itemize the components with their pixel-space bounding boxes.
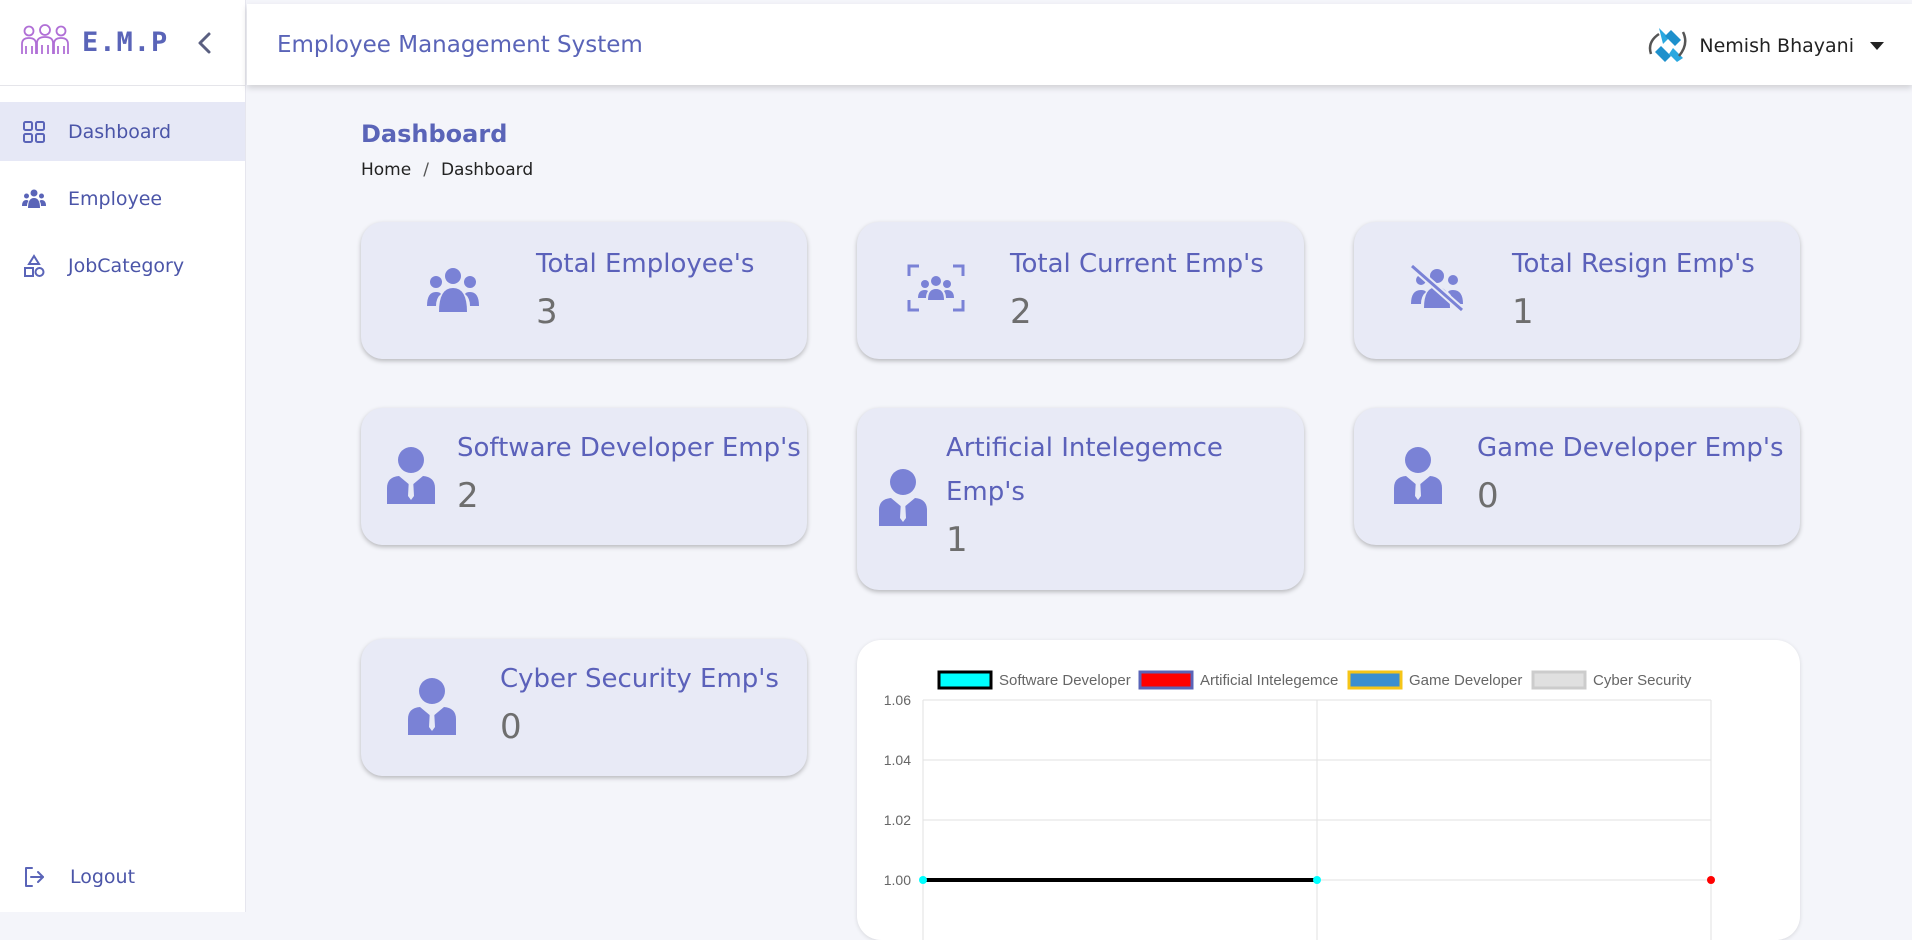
sidebar-item-label: Dashboard [68, 120, 172, 143]
app-title: Employee Management System [277, 31, 643, 58]
user-tie-icon [408, 678, 456, 735]
employee-chart-card: Software Developer Artificial Intelegemce… [857, 640, 1800, 940]
logout-label: Logout [70, 866, 136, 888]
card-title: Software Developer Emp's [457, 433, 801, 463]
sidebar: E.M.P Dashboard Employee JobCategory Log… [0, 0, 246, 912]
card-value: 2 [1010, 292, 1032, 332]
legend-swatch [1347, 670, 1403, 690]
card-total-current[interactable]: Total Current Emp's 2 [857, 222, 1304, 359]
sidebar-item-label: Employee [68, 187, 163, 210]
legend-swatch [1531, 670, 1587, 690]
legend-label: Artificial Intelegemce [1200, 672, 1338, 689]
user-tie-icon [1394, 447, 1442, 504]
users-icon [22, 189, 46, 208]
user-menu[interactable]: Nemish Bhayani [1645, 24, 1884, 68]
card-value: 3 [536, 292, 558, 332]
card-title: Total Current Emp's [1010, 249, 1264, 279]
collapse-sidebar-button[interactable] [190, 28, 220, 58]
avatar [1645, 24, 1689, 68]
card-value: 0 [1477, 476, 1499, 516]
sidebar-item-label: JobCategory [68, 254, 185, 277]
legend-label: Cyber Security [1593, 672, 1692, 689]
card-title: Game Developer Emp's [1477, 433, 1784, 463]
user-tie-icon [387, 447, 435, 504]
team-logo-icon [20, 23, 70, 62]
card-cyber-security[interactable]: Cyber Security Emp's 0 [361, 639, 807, 776]
card-value: 1 [946, 520, 968, 560]
employee-line-chart: Software Developer Artificial Intelegemce… [884, 670, 1715, 940]
sidebar-item-employee[interactable]: Employee [0, 169, 245, 228]
card-title: Cyber Security Emp's [500, 664, 779, 694]
data-point [919, 876, 927, 884]
card-value: 2 [457, 476, 479, 516]
breadcrumb-current: Dashboard [440, 160, 534, 180]
chevron-left-icon [198, 32, 211, 54]
card-artificial-intelligence[interactable]: Artificial Intelegemce Emp's 1 [857, 408, 1304, 590]
legend-swatch [937, 670, 993, 690]
y-tick-label: 1.04 [884, 752, 911, 768]
data-point [1313, 876, 1321, 884]
brand: E.M.P [0, 0, 245, 86]
breadcrumb-separator: / [423, 160, 429, 180]
sidebar-nav: Dashboard Employee JobCategory [0, 102, 245, 295]
brand-name: E.M.P [82, 27, 169, 58]
breadcrumb-home-link[interactable]: Home [361, 160, 411, 180]
y-tick-label: 1.02 [884, 812, 911, 828]
logout-icon [25, 867, 44, 887]
user-name: Nemish Bhayani [1699, 35, 1854, 57]
card-value: 1 [1512, 292, 1534, 332]
sidebar-item-jobcategory[interactable]: JobCategory [0, 236, 245, 295]
card-title: Total Employee's [536, 249, 755, 279]
shapes-icon [24, 253, 45, 277]
page-title: Dashboard [361, 120, 508, 148]
sidebar-item-dashboard[interactable]: Dashboard [0, 102, 245, 161]
legend-label: Software Developer [999, 672, 1131, 689]
top-header: Employee Management System Nemish Bhayan… [247, 4, 1912, 85]
card-total-employees[interactable]: Total Employee's 3 [361, 222, 807, 359]
users-slash-icon [1409, 263, 1465, 312]
legend-label: Game Developer [1409, 672, 1522, 689]
card-game-developer[interactable]: Game Developer Emp's 0 [1354, 408, 1800, 545]
data-point [1707, 876, 1715, 884]
logout-button[interactable]: Logout [0, 852, 245, 902]
caret-down-icon [1870, 42, 1884, 50]
y-tick-label: 1.00 [884, 872, 911, 888]
users-group-icon [427, 268, 479, 312]
card-software-developer[interactable]: Software Developer Emp's 2 [361, 408, 807, 545]
users-focus-icon [907, 264, 965, 312]
card-title: Total Resign Emp's [1512, 249, 1755, 279]
card-value: 0 [500, 707, 522, 747]
grid-icon [23, 120, 45, 143]
user-tie-icon [879, 469, 927, 526]
card-total-resign[interactable]: Total Resign Emp's 1 [1354, 222, 1800, 359]
card-title: Artificial Intelegemce Emp's [946, 433, 1223, 507]
breadcrumb: Home / Dashboard [361, 160, 533, 180]
y-tick-label: 1.06 [884, 692, 911, 708]
legend-swatch [1138, 670, 1194, 690]
